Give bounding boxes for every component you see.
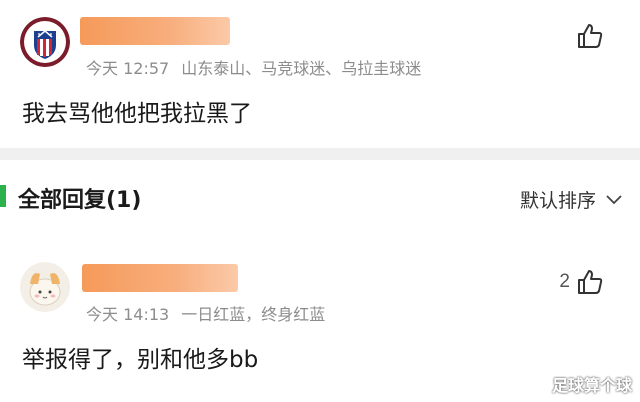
user-tags: 山东泰山、马竞球迷、乌拉圭球迷: [181, 59, 422, 78]
replies-header: 全部回复(1) 默认排序: [0, 160, 640, 240]
sort-label: 默认排序: [519, 190, 596, 212]
header-accent-bar: [0, 185, 6, 207]
section-divider: [0, 148, 640, 160]
user-avatar[interactable]: [20, 17, 70, 67]
cartoon-avatar-icon: [20, 262, 70, 312]
thumbs-up-icon: [578, 270, 603, 294]
main-comment: 今天 12:57 山东泰山、马竞球迷、乌拉圭球迷 我去骂他他把我拉黑了: [0, 0, 640, 148]
like-button[interactable]: [576, 22, 604, 50]
reply-text: 举报得了，别和他多bb: [22, 347, 259, 373]
comment-meta: 今天 14:13 一日红蓝，终身红蓝: [86, 301, 325, 325]
comment-text: 我去骂他他把我拉黑了: [22, 101, 252, 127]
user-avatar[interactable]: [20, 262, 70, 312]
atletico-crest-icon: [20, 17, 70, 67]
like-button[interactable]: 2: [559, 268, 604, 296]
chevron-down-icon: [606, 194, 622, 204]
comment-time: 今天 12:57: [86, 59, 170, 78]
username-redacted[interactable]: [80, 17, 230, 45]
comment-meta: 今天 12:57 山东泰山、马竞球迷、乌拉圭球迷: [86, 55, 421, 79]
user-tags: 一日红蓝，终身红蓝: [181, 305, 326, 324]
username-redacted[interactable]: [82, 264, 238, 292]
replies-title: 全部回复(1): [18, 188, 142, 213]
thumbs-up-icon: [578, 24, 603, 48]
like-count: 2: [559, 271, 570, 292]
sort-dropdown[interactable]: 默认排序: [520, 186, 622, 213]
watermark: 足球算个球: [551, 376, 632, 395]
comment-time: 今天 14:13: [86, 305, 170, 324]
